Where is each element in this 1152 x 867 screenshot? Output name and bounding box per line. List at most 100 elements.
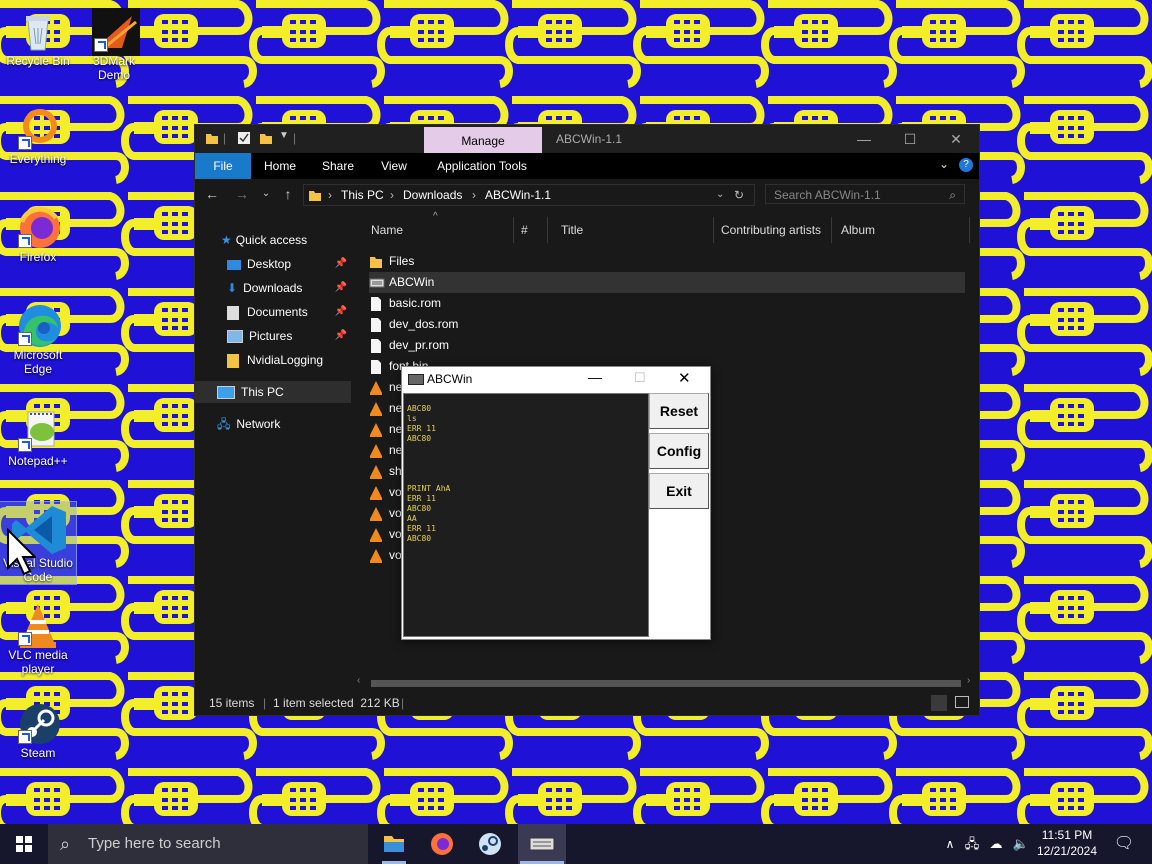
terminal-screen[interactable]: ABC80 ls ERR 11 ABC80 PRINT AhA ERR 11 A… [403,393,649,637]
column-separator[interactable] [547,217,548,243]
search-input[interactable]: Search ABCWin-1.1 ⌕ [765,184,965,204]
breadcrumb-abcwin[interactable]: ABCWin-1.1 [485,185,551,205]
large-icons-view-icon[interactable] [955,696,969,708]
tab-home[interactable]: Home [255,153,305,179]
maximize-button[interactable]: ☐ [887,125,933,153]
desktop-icon-label: Microsoft Edge [13,348,63,376]
everything-icon [16,106,60,150]
window-title: ABCWin-1.1 [556,132,623,146]
desktop-icon-label: 3DMark Demo [92,54,135,82]
reset-button[interactable]: Reset [649,393,709,429]
manage-tab[interactable]: Manage [424,127,542,153]
column-header-title[interactable]: Title [561,223,583,237]
column-header-album[interactable]: Album [841,223,875,237]
abcwin-title: ABCWin [427,372,473,386]
address-dropdown-icon[interactable]: ⌄ [716,185,724,205]
volume-icon[interactable]: 🔈 [1010,824,1032,864]
desktop-icon-notepadpp[interactable]: Notepad++ [0,408,76,468]
nav-item-downloads[interactable]: ⬇ Downloads 📌 [227,277,351,299]
horizontal-scrollbar[interactable]: ‹ › [353,675,979,689]
start-button[interactable] [0,824,48,864]
network-status-icon[interactable]: 🖧 [962,824,982,864]
taskbar-search-box[interactable]: ⌕ Type here to search [48,824,368,864]
vlc-file-icon [369,464,383,480]
scrollbar-thumb[interactable] [371,680,961,687]
config-button[interactable]: Config [649,433,709,469]
new-folder-icon[interactable] [259,131,273,145]
nav-item-desktop[interactable]: Desktop 📌 [227,253,351,275]
details-view-icon[interactable] [931,695,947,711]
file-row[interactable]: ABCWin [369,272,965,293]
collapse-ribbon-icon[interactable]: ⌄ [939,157,949,171]
taskbar-abcwin[interactable] [518,824,566,864]
address-field[interactable]: › This PC › Downloads › ABCWin-1.1 ⌄ ↻ [303,184,755,206]
firefox-icon [431,833,453,855]
breadcrumb-downloads[interactable]: Downloads [403,185,462,205]
help-icon[interactable]: ? [959,158,973,172]
vlc-file-icon [369,506,383,522]
file-row[interactable]: Files [369,251,965,272]
column-header-number[interactable]: # [521,223,528,237]
exit-button[interactable]: Exit [649,473,709,509]
taskbar: ⌕ Type here to search ∧ 🖧 ☁ 🔈 11:51 PM 1… [0,824,1152,864]
recent-locations-icon[interactable]: ⌄ [257,185,275,203]
wifi-icon[interactable]: ☁ [986,824,1006,864]
scroll-left-icon[interactable]: ‹ [357,675,360,686]
column-separator[interactable] [713,217,714,243]
desktop-icon-everything[interactable]: Everything [0,106,76,166]
desktop-icon-steam[interactable]: Steam [0,700,76,760]
taskbar-steam[interactable] [466,824,514,864]
column-separator[interactable] [831,217,832,243]
shortcut-arrow-icon [18,730,32,744]
column-header-contributing-artists[interactable]: Contributing artists [721,223,821,237]
nav-this-pc[interactable]: This PC [195,381,351,403]
tab-file[interactable]: File [195,153,251,179]
abcwin-window[interactable]: ABCWin — ☐ ✕ ABC80 ls ERR 11 ABC80 PRINT… [401,366,711,640]
column-header-name[interactable]: Name [371,223,403,237]
refresh-icon[interactable]: ↻ [734,185,744,205]
abcwin-titlebar[interactable]: ABCWin — ☐ ✕ [402,367,710,391]
forward-button[interactable]: → [233,185,251,203]
explorer-titlebar[interactable]: | ▼ | Manage ABCWin-1.1 — ☐ ✕ [195,125,979,153]
back-button[interactable]: ← [203,185,221,203]
tab-share[interactable]: Share [313,153,363,179]
desktop-icon-vlc[interactable]: VLC media player [0,602,76,676]
desktop-icon-edge[interactable]: Microsoft Edge [0,302,76,376]
file-name: sh [389,464,402,478]
minimize-button[interactable]: — [588,369,602,385]
desktop-icon-recycle-bin[interactable]: Recycle Bin [0,8,76,68]
file-icon [369,317,383,333]
show-hidden-icons-button[interactable]: ∧ [940,824,960,864]
taskbar-file-explorer[interactable] [370,824,418,864]
shortcut-arrow-icon [18,332,32,346]
desktop-icon-3dmark[interactable]: 3DMark Demo [76,8,152,82]
desktop-icon-label: Recycle Bin [6,54,70,68]
nav-quick-access[interactable]: ★ Quick access [221,229,351,251]
taskbar-firefox[interactable] [418,824,466,864]
file-row[interactable]: basic.rom [369,293,965,314]
maximize-button[interactable]: ☐ [634,370,646,386]
close-button[interactable]: ✕ [933,125,979,153]
nav-item-nvidialogging[interactable]: NvidiaLogging [227,349,351,371]
tab-application-tools[interactable]: Application Tools [431,153,533,179]
file-row[interactable]: dev_dos.rom [369,314,965,335]
breadcrumb-this-pc[interactable]: This PC [341,185,384,205]
customize-quick-access-icon[interactable]: ▼ [279,130,289,141]
nav-item-pictures[interactable]: Pictures 📌 [227,325,351,347]
desktop-icon-firefox[interactable]: Firefox [0,204,76,264]
minimize-button[interactable]: — [841,125,887,153]
desktop-icon [227,259,241,270]
tab-view[interactable]: View [371,153,417,179]
scroll-right-icon[interactable]: › [967,675,970,686]
nav-item-documents[interactable]: Documents 📌 [227,301,351,323]
close-button[interactable]: ✕ [678,369,691,387]
column-separator[interactable] [969,217,970,243]
nav-network[interactable]: 🖧 Network [217,413,351,435]
notifications-icon[interactable]: 🗨 [1104,824,1144,864]
clock[interactable]: 11:51 PM 12/21/2024 [1034,824,1100,864]
abcwin-app-icon [520,837,564,864]
up-button[interactable]: ↑ [279,185,297,203]
properties-icon[interactable] [237,131,251,145]
file-row[interactable]: dev_pr.rom [369,335,965,356]
column-separator[interactable] [513,217,514,243]
